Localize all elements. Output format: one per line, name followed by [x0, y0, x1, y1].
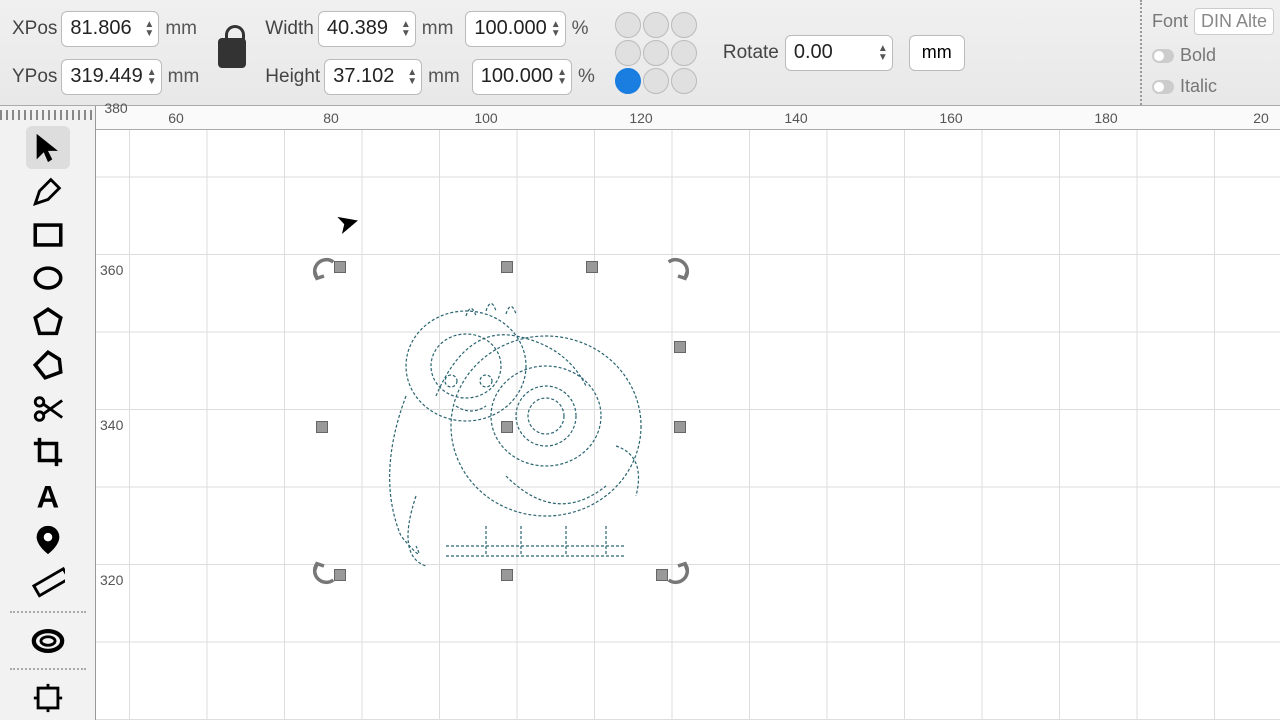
anchor-6[interactable] [615, 68, 641, 94]
selection-bounds [316, 261, 686, 581]
anchor-1[interactable] [643, 12, 669, 38]
rotate-handle-br[interactable] [664, 559, 692, 587]
anchor-0[interactable] [615, 12, 641, 38]
anchor-7[interactable] [643, 68, 669, 94]
width-pct-input[interactable]: 100.000 ▲▼ [465, 11, 565, 47]
canvas[interactable]: 380 60 80 100 120 140 160 180 20 360 340… [96, 106, 1280, 720]
font-panel: Font DIN Alte Bold Italic [1140, 0, 1280, 105]
resize-handle-r1[interactable] [674, 341, 686, 353]
font-select[interactable]: DIN Alte [1194, 8, 1274, 35]
anchor-grid [615, 12, 697, 94]
height-spinner[interactable]: ▲▼ [407, 68, 417, 86]
palette-drag-handle[interactable] [0, 110, 95, 120]
pen-tool[interactable] [26, 169, 70, 213]
path-tool[interactable] [26, 344, 70, 388]
xpos-spinner[interactable]: ▲▼ [144, 20, 154, 38]
rectangle-tool[interactable] [26, 213, 70, 257]
height-input[interactable]: 37.102 ▲▼ [324, 59, 422, 95]
height-pct-input[interactable]: 100.000 ▲▼ [472, 59, 572, 95]
artboard-tool[interactable] [26, 676, 70, 720]
svg-text:A: A [36, 479, 59, 513]
target-tool[interactable] [26, 619, 70, 663]
anchor-4[interactable] [643, 40, 669, 66]
resize-handle-b[interactable] [501, 569, 513, 581]
tool-palette: A [0, 106, 96, 720]
polygon-tool[interactable] [26, 300, 70, 344]
resize-handle-l[interactable] [316, 421, 328, 433]
text-tool[interactable]: A [26, 474, 70, 518]
width-spinner[interactable]: ▲▼ [401, 20, 411, 38]
lock-icon [218, 38, 246, 68]
bold-label: Bold [1180, 45, 1216, 66]
anchor-8[interactable] [671, 68, 697, 94]
width-pct-unit: % [572, 18, 589, 40]
horizontal-ruler: 380 60 80 100 120 140 160 180 20 [96, 106, 1280, 130]
resize-handle-tl[interactable] [334, 261, 346, 273]
unit-toggle-button[interactable]: mm [909, 35, 965, 71]
bold-toggle[interactable] [1152, 49, 1174, 63]
anchor-5[interactable] [671, 40, 697, 66]
width-unit: mm [422, 18, 454, 40]
resize-handle-r[interactable] [674, 421, 686, 433]
ypos-label: YPos [12, 66, 57, 88]
resize-handle-t1[interactable] [501, 261, 513, 273]
height-pct-unit: % [578, 66, 595, 88]
xpos-input[interactable]: 81.806 ▲▼ [61, 11, 159, 47]
width-pct-spinner[interactable]: ▲▼ [551, 20, 561, 38]
scissors-tool[interactable] [26, 387, 70, 431]
aspect-lock-button[interactable] [211, 23, 253, 83]
rotate-input[interactable]: 0.00 ▲▼ [785, 35, 893, 71]
ypos-unit: mm [168, 66, 200, 88]
width-label: Width [265, 18, 314, 40]
ypos-input[interactable]: 319.449 ▲▼ [61, 59, 161, 95]
height-pct-spinner[interactable]: ▲▼ [557, 68, 567, 86]
resize-handle-t2[interactable] [586, 261, 598, 273]
xpos-label: XPos [12, 18, 57, 40]
italic-label: Italic [1180, 76, 1217, 97]
anchor-2[interactable] [671, 12, 697, 38]
ypos-spinner[interactable]: ▲▼ [147, 68, 157, 86]
height-unit: mm [428, 66, 460, 88]
resize-handle-c[interactable] [501, 421, 513, 433]
italic-toggle[interactable] [1152, 80, 1174, 94]
rotate-label: Rotate [723, 42, 779, 64]
canvas-grid [96, 130, 1280, 720]
rotate-handle-tr[interactable] [664, 255, 692, 283]
pin-tool[interactable] [26, 518, 70, 562]
top-toolbar: XPos 81.806 ▲▼ mm YPos 319.449 ▲▼ mm Wid… [0, 0, 1280, 106]
ellipse-tool[interactable] [26, 257, 70, 301]
font-label: Font [1152, 11, 1188, 32]
width-input[interactable]: 40.389 ▲▼ [318, 11, 416, 47]
select-tool[interactable] [26, 126, 70, 170]
anchor-3[interactable] [615, 40, 641, 66]
ruler-origin: 380 [104, 100, 127, 116]
rotate-spinner[interactable]: ▲▼ [878, 44, 888, 62]
resize-handle-bl[interactable] [334, 569, 346, 581]
xpos-unit: mm [165, 18, 197, 40]
height-label: Height [265, 66, 320, 88]
ruler-tool[interactable] [26, 561, 70, 605]
crop-tool[interactable] [26, 431, 70, 475]
